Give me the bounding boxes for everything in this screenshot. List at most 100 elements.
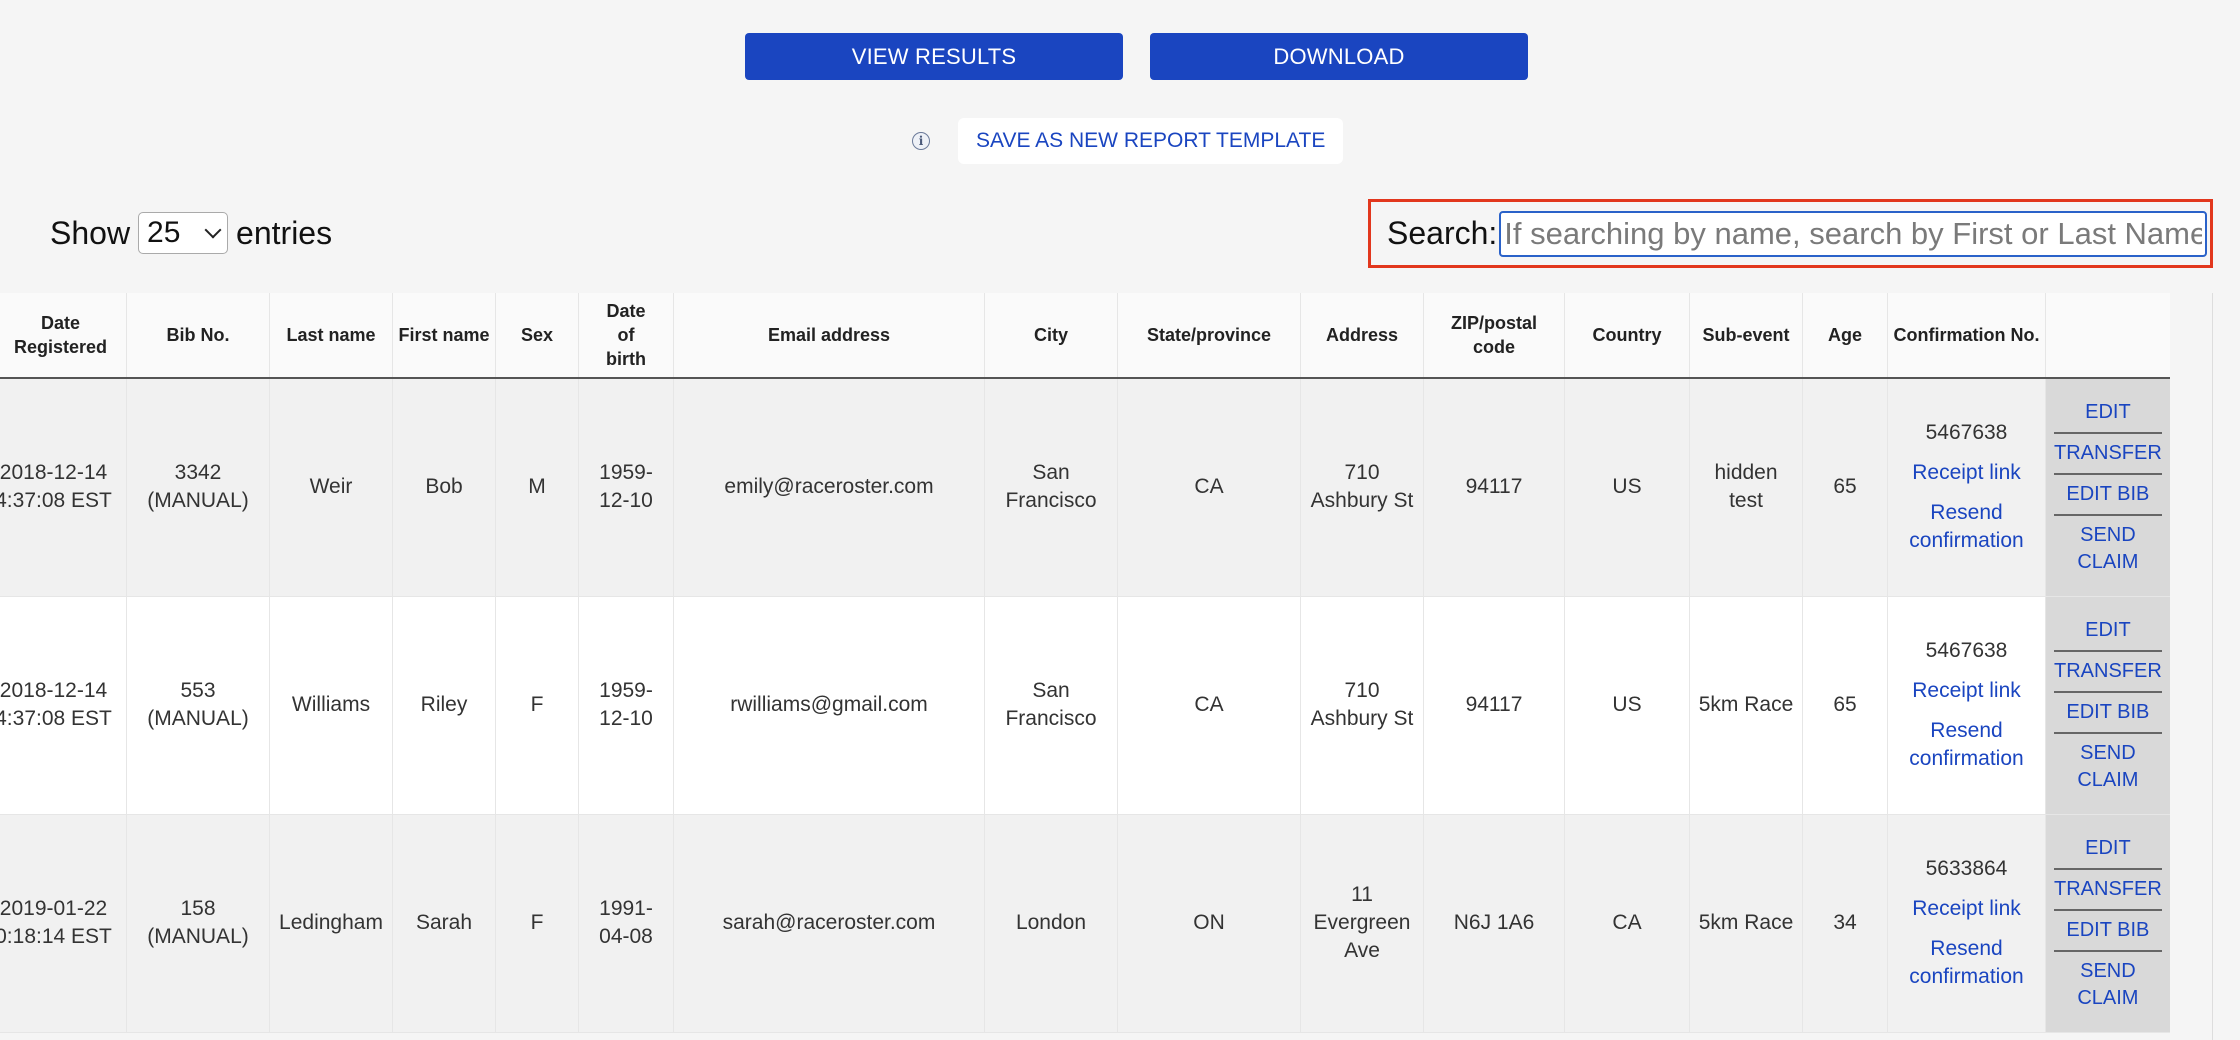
column-header-last-name[interactable]: Last name xyxy=(269,293,393,379)
cell-email: emily@raceroster.com xyxy=(673,378,985,597)
table-row: 2018-12-14 4:37:08 EST 3342 (MANUAL) Wei… xyxy=(0,378,2170,597)
cell-age: 65 xyxy=(1802,596,1888,815)
cell-email: rwilliams@gmail.com xyxy=(673,596,985,815)
cell-confirmation: 5467638 Receipt link Resend confirmation xyxy=(1887,378,2046,597)
cell-date-registered: 2018-12-14 4:37:08 EST xyxy=(0,378,127,597)
search-label: Search: xyxy=(1387,215,1498,251)
cell-bib: 553 (MANUAL) xyxy=(126,596,270,815)
column-header-actions xyxy=(2044,293,2170,379)
transfer-button[interactable]: TRANSFER xyxy=(2054,434,2162,475)
receipt-link[interactable]: Receipt link xyxy=(1894,895,2039,923)
cell-date-registered: 2019-01-22 0:18:14 EST xyxy=(0,814,127,1033)
template-row: i SAVE AS NEW REPORT TEMPLATE xyxy=(912,118,1344,164)
confirmation-number: 5467638 xyxy=(1925,639,2008,662)
entries-select[interactable]: 25 xyxy=(138,212,229,254)
cell-city: San Francisco xyxy=(984,596,1118,815)
cell-bib: 158 (MANUAL) xyxy=(126,814,270,1033)
table-row: 2018-12-14 4:37:08 EST 553 (MANUAL) Will… xyxy=(0,596,2170,815)
edit-button[interactable]: EDIT xyxy=(2054,829,2162,870)
info-icon[interactable]: i xyxy=(912,132,930,150)
cell-country: US xyxy=(1564,596,1690,815)
chevron-down-icon xyxy=(204,221,222,239)
column-header-city[interactable]: City xyxy=(984,293,1118,379)
column-header-age[interactable]: Age xyxy=(1802,293,1888,379)
entries-label: entries xyxy=(236,214,333,251)
cell-state: CA xyxy=(1117,596,1301,815)
table-header-row: Date Registered Bib No. Last name First n… xyxy=(0,293,2170,379)
cell-country: US xyxy=(1564,378,1690,597)
cell-date-of-birth: 1959-12-10 xyxy=(578,378,674,597)
cell-state: CA xyxy=(1117,378,1301,597)
cell-first-name: Sarah xyxy=(392,814,496,1033)
confirmation-number: 5467638 xyxy=(1925,421,2008,445)
cell-sex: M xyxy=(495,378,579,597)
cell-date-of-birth: 1991-04-08 xyxy=(578,814,674,1033)
search-input[interactable] xyxy=(1499,210,2208,257)
cell-actions: EDIT TRANSFER EDIT BIB SEND CLAIM xyxy=(2044,378,2170,597)
column-header-state[interactable]: State/province xyxy=(1117,293,1301,379)
entries-select-value: 25 xyxy=(147,216,181,249)
show-label: Show xyxy=(50,214,131,251)
cell-sex: F xyxy=(495,814,579,1033)
view-results-button[interactable]: VIEW RESULTS xyxy=(745,33,1123,80)
cell-city: London xyxy=(984,814,1118,1033)
column-header-confirmation[interactable]: Confirmation No. xyxy=(1887,293,2046,379)
cell-sub-event: hidden test xyxy=(1689,378,1803,597)
column-header-zip[interactable]: ZIP/postal code xyxy=(1423,293,1565,379)
download-button[interactable]: DOWNLOAD xyxy=(1150,33,1528,80)
cell-email: sarah@raceroster.com xyxy=(673,814,985,1033)
cell-actions: EDIT TRANSFER EDIT BIB SEND CLAIM xyxy=(2044,596,2170,815)
cell-confirmation: 5633864 Receipt link Resend confirmation xyxy=(1887,814,2046,1033)
transfer-button[interactable]: TRANSFER xyxy=(2054,870,2162,911)
column-header-email[interactable]: Email address xyxy=(673,293,985,379)
cell-country: CA xyxy=(1564,814,1690,1033)
resend-confirmation-link[interactable]: Resend confirmation xyxy=(1894,935,2039,991)
receipt-link[interactable]: Receipt link xyxy=(1894,677,2039,705)
cell-confirmation: 5467638 Receipt link Resend confirmation xyxy=(1887,596,2046,815)
cell-age: 34 xyxy=(1802,814,1888,1033)
send-claim-button[interactable]: SEND CLAIM xyxy=(2054,952,2162,1018)
column-header-sub-event[interactable]: Sub-event xyxy=(1689,293,1803,379)
cell-zip: N6J 1A6 xyxy=(1423,814,1565,1033)
search-box: Search: xyxy=(1368,199,2213,268)
resend-confirmation-link[interactable]: Resend confirmation xyxy=(1894,717,2039,773)
column-header-first-name[interactable]: First name xyxy=(392,293,496,379)
edit-bib-button[interactable]: EDIT BIB xyxy=(2054,475,2162,516)
cell-sex: F xyxy=(495,596,579,815)
send-claim-button[interactable]: SEND CLAIM xyxy=(2054,734,2162,800)
column-header-sex[interactable]: Sex xyxy=(495,293,579,379)
cell-zip: 94117 xyxy=(1423,596,1565,815)
column-header-address[interactable]: Address xyxy=(1300,293,1424,379)
column-header-country[interactable]: Country xyxy=(1564,293,1690,379)
edit-button[interactable]: EDIT xyxy=(2054,611,2162,652)
column-header-date-registered[interactable]: Date Registered xyxy=(0,293,127,379)
cell-sub-event: 5km Race xyxy=(1689,814,1803,1033)
column-header-date-of-birth[interactable]: Date of birth xyxy=(578,293,674,379)
column-header-bib[interactable]: Bib No. xyxy=(126,293,270,379)
edit-button[interactable]: EDIT xyxy=(2054,393,2162,434)
send-claim-button[interactable]: SEND CLAIM xyxy=(2054,516,2162,582)
registrations-table: Date Registered Bib No. Last name First n… xyxy=(0,293,2170,1033)
edit-bib-button[interactable]: EDIT BIB xyxy=(2054,911,2162,952)
registrations-table-wrapper: Date Registered Bib No. Last name First n… xyxy=(0,293,2240,1040)
table-row: 2019-01-22 0:18:14 EST 158 (MANUAL) Ledi… xyxy=(0,814,2170,1033)
cell-address: 710 Ashbury St xyxy=(1300,378,1424,597)
cell-date-of-birth: 1959-12-10 xyxy=(578,596,674,815)
transfer-button[interactable]: TRANSFER xyxy=(2054,652,2162,693)
cell-first-name: Riley xyxy=(392,596,496,815)
cell-last-name: Ledingham xyxy=(269,814,393,1033)
confirmation-number: 5633864 xyxy=(1925,857,2008,880)
cell-last-name: Williams xyxy=(269,596,393,815)
cell-bib: 3342 (MANUAL) xyxy=(126,378,270,597)
cell-age: 65 xyxy=(1802,378,1888,597)
cell-city: San Francisco xyxy=(984,378,1118,597)
resend-confirmation-link[interactable]: Resend confirmation xyxy=(1894,499,2039,555)
cell-zip: 94117 xyxy=(1423,378,1565,597)
receipt-link[interactable]: Receipt link xyxy=(1894,459,2039,487)
edit-bib-button[interactable]: EDIT BIB xyxy=(2054,693,2162,734)
cell-date-registered: 2018-12-14 4:37:08 EST xyxy=(0,596,127,815)
cell-address: 11 Evergreen Ave xyxy=(1300,814,1424,1033)
save-template-button[interactable]: SAVE AS NEW REPORT TEMPLATE xyxy=(958,118,1344,164)
entries-length-control: Show 25 entries xyxy=(50,212,332,254)
table-scrollbar[interactable] xyxy=(2212,293,2240,1040)
